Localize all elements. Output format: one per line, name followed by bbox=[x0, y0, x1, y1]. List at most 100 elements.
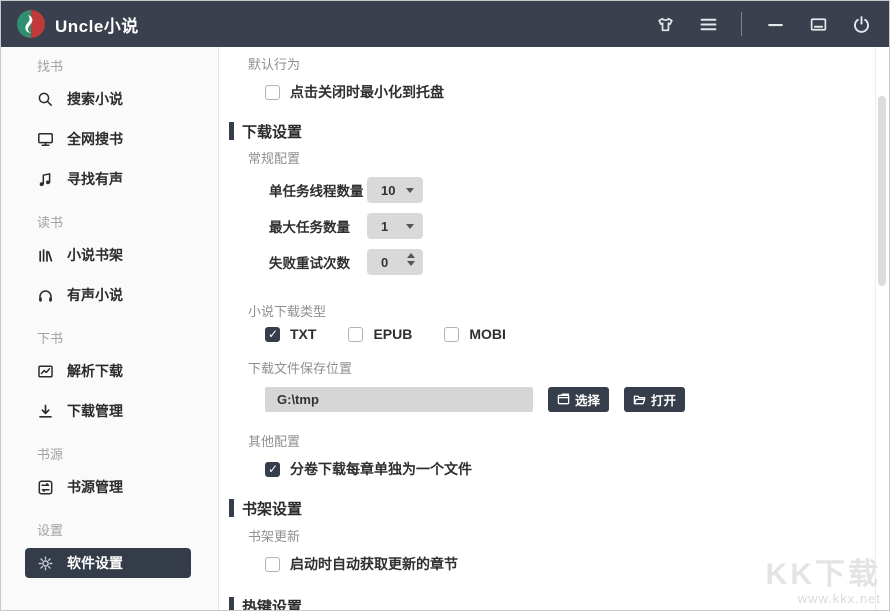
novel-type-options: TXT EPUB MOBI bbox=[265, 324, 889, 344]
txt-label: TXT bbox=[290, 326, 316, 342]
section-accent-bar bbox=[229, 499, 234, 517]
sidebar-section-download: 下书 bbox=[1, 315, 218, 351]
retry-count-stepper[interactable]: 0 bbox=[367, 249, 423, 275]
select-folder-button[interactable]: 选择 bbox=[548, 387, 609, 412]
sidebar-item-find-audio[interactable]: 寻找有声 bbox=[1, 159, 218, 199]
sidebar-section-settings: 设置 bbox=[1, 507, 218, 543]
sidebar-section-source: 书源 bbox=[1, 431, 218, 467]
sidebar-item-label: 软件设置 bbox=[67, 553, 123, 573]
sidebar-item-parse-download[interactable]: 解析下载 bbox=[1, 351, 218, 391]
chapter-per-file-checkbox[interactable] bbox=[265, 462, 280, 477]
save-location-label: 下载文件保存位置 bbox=[248, 361, 889, 377]
sidebar-item-label: 寻找有声 bbox=[67, 169, 123, 189]
threads-per-task-row: 单任务线程数量 10 bbox=[269, 172, 889, 208]
mobi-checkbox[interactable] bbox=[444, 327, 459, 342]
open-folder-button[interactable]: 打开 bbox=[624, 387, 685, 412]
sidebar-item-label: 解析下载 bbox=[67, 361, 123, 381]
bookshelf-icon bbox=[37, 247, 54, 264]
default-behavior-label: 默认行为 bbox=[248, 57, 889, 73]
sidebar-item-audio-novel[interactable]: 有声小说 bbox=[1, 275, 218, 315]
mobi-label: MOBI bbox=[469, 326, 506, 342]
save-location-row: 选择 打开 bbox=[265, 386, 889, 412]
monitor-icon bbox=[37, 131, 54, 148]
chapter-per-file-label: 分卷下载每章单独为一个文件 bbox=[290, 459, 472, 479]
general-config-label: 常规配置 bbox=[248, 151, 889, 167]
sidebar-item-bookshelf[interactable]: 小说书架 bbox=[1, 235, 218, 275]
sidebar-item-label: 有声小说 bbox=[67, 285, 123, 305]
max-tasks-select[interactable]: 1 bbox=[367, 213, 423, 239]
sidebar-item-web-search[interactable]: 全网搜书 bbox=[1, 119, 218, 159]
minimize-to-tray-row: 点击关闭时最小化到托盘 bbox=[265, 82, 889, 102]
app-logo-icon bbox=[17, 10, 45, 38]
titlebar: Uncle小说 bbox=[1, 1, 889, 47]
music-note-icon bbox=[37, 171, 54, 188]
titlebar-divider bbox=[741, 12, 742, 36]
threads-per-task-value: 10 bbox=[381, 183, 395, 198]
hotkey-settings-header: 热键设置 bbox=[229, 596, 889, 610]
download-settings-header: 下载设置 bbox=[229, 121, 889, 141]
titlebar-buttons bbox=[655, 12, 871, 36]
sidebar-item-search-novel[interactable]: 搜索小说 bbox=[1, 79, 218, 119]
download-icon bbox=[37, 403, 54, 420]
select-folder-label: 选择 bbox=[575, 390, 600, 409]
theme-skin-icon[interactable] bbox=[655, 14, 675, 34]
menu-icon[interactable] bbox=[698, 14, 718, 34]
minimize-to-tray-checkbox[interactable] bbox=[265, 85, 280, 100]
max-tasks-label: 最大任务数量 bbox=[269, 216, 367, 236]
shelf-settings-title: 书架设置 bbox=[242, 498, 302, 519]
headphones-icon bbox=[37, 287, 54, 304]
retry-count-label: 失败重试次数 bbox=[269, 252, 367, 272]
sidebar-section-find: 找书 bbox=[1, 47, 218, 79]
app-title: Uncle小说 bbox=[55, 12, 139, 37]
auto-update-label: 启动时自动获取更新的章节 bbox=[290, 554, 458, 574]
chevron-down-icon bbox=[406, 188, 414, 193]
threads-per-task-label: 单任务线程数量 bbox=[269, 180, 367, 200]
settings-panel: 默认行为 点击关闭时最小化到托盘 下载设置 常规配置 单任务线程数量 10 最大… bbox=[220, 47, 889, 610]
gear-icon bbox=[37, 555, 54, 572]
sidebar-item-label: 全网搜书 bbox=[67, 129, 123, 149]
retry-count-value: 0 bbox=[381, 255, 388, 270]
sidebar-item-download-manage[interactable]: 下载管理 bbox=[1, 391, 218, 431]
stepper-arrows[interactable] bbox=[407, 253, 415, 266]
sidebar-item-label: 书源管理 bbox=[67, 477, 123, 497]
chevron-down-icon bbox=[407, 261, 415, 266]
retry-count-row: 失败重试次数 0 bbox=[269, 244, 889, 280]
auto-update-checkbox[interactable] bbox=[265, 557, 280, 572]
sidebar-section-read: 读书 bbox=[1, 199, 218, 235]
hotkey-settings-title: 热键设置 bbox=[242, 596, 302, 611]
shelf-settings-header: 书架设置 bbox=[229, 498, 889, 518]
sidebar: 找书 搜索小说 全网搜书 寻找有声 读书 小说书架 有声小说 下书 解析下载 bbox=[1, 47, 219, 610]
open-folder-label: 打开 bbox=[651, 390, 676, 409]
chevron-down-icon bbox=[406, 224, 414, 229]
general-config-rows: 单任务线程数量 10 最大任务数量 1 失败重试次数 0 bbox=[220, 172, 889, 280]
shelf-update-label: 书架更新 bbox=[248, 529, 889, 545]
section-accent-bar bbox=[229, 597, 234, 610]
max-tasks-value: 1 bbox=[381, 219, 388, 234]
sidebar-item-label: 搜索小说 bbox=[67, 89, 123, 109]
volume-split-row: 分卷下载每章单独为一个文件 bbox=[265, 459, 889, 479]
folder-open-icon bbox=[633, 393, 646, 406]
minimize-to-tray-label: 点击关闭时最小化到托盘 bbox=[290, 82, 444, 102]
search-icon bbox=[37, 91, 54, 108]
power-icon[interactable] bbox=[851, 14, 871, 34]
maximize-icon[interactable] bbox=[808, 14, 828, 34]
scrollbar-thumb[interactable] bbox=[878, 96, 886, 286]
epub-checkbox[interactable] bbox=[348, 327, 363, 342]
chevron-up-icon bbox=[407, 253, 415, 258]
sidebar-item-label: 下载管理 bbox=[67, 401, 123, 421]
txt-checkbox[interactable] bbox=[265, 327, 280, 342]
app-window: Uncle小说 找书 搜索小说 bbox=[0, 0, 890, 611]
novel-type-label: 小说下载类型 bbox=[248, 304, 889, 320]
threads-per-task-select[interactable]: 10 bbox=[367, 177, 423, 203]
minimize-icon[interactable] bbox=[765, 14, 785, 34]
auto-update-row: 启动时自动获取更新的章节 bbox=[265, 554, 889, 574]
sidebar-item-label: 小说书架 bbox=[67, 245, 123, 265]
scrollbar-track-line bbox=[875, 47, 876, 610]
max-tasks-row: 最大任务数量 1 bbox=[269, 208, 889, 244]
parse-download-icon bbox=[37, 363, 54, 380]
sidebar-item-source-manage[interactable]: 书源管理 bbox=[1, 467, 218, 507]
folder-select-icon bbox=[557, 393, 570, 406]
section-accent-bar bbox=[229, 122, 234, 140]
sidebar-item-software-settings[interactable]: 软件设置 bbox=[25, 548, 191, 578]
save-path-input[interactable] bbox=[265, 387, 533, 412]
